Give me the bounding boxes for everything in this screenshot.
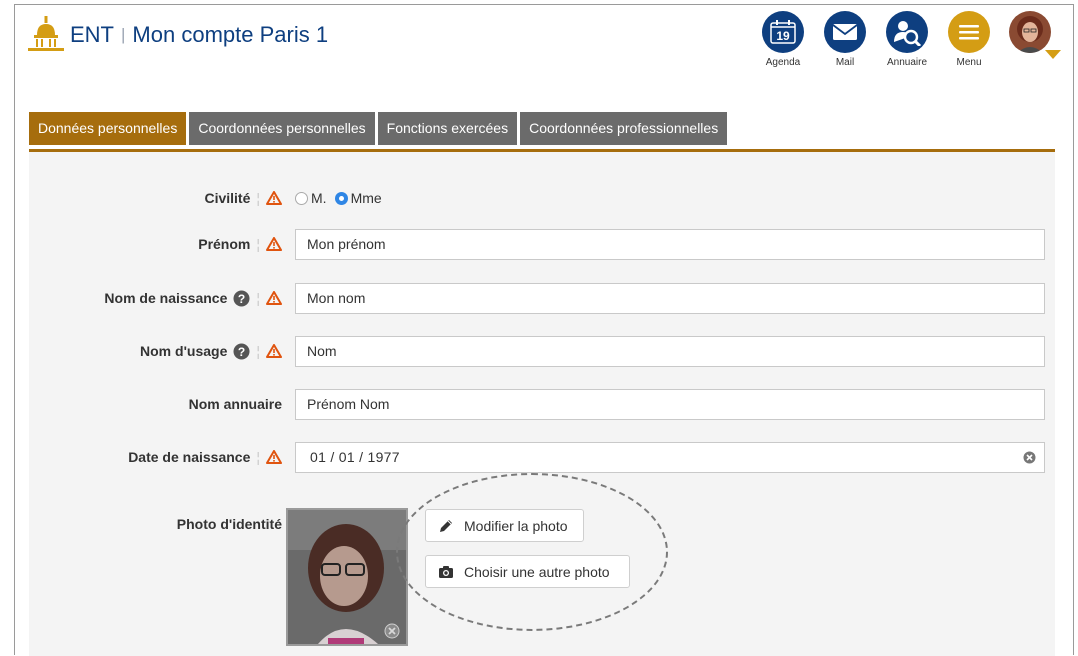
tab-coordonnees-personnelles[interactable]: Coordonnées personnelles xyxy=(189,112,375,145)
civilite-row: Civilité ¦ M. Mme xyxy=(29,181,1055,215)
label-divider: ¦ xyxy=(256,290,260,306)
warning-icon xyxy=(266,237,282,251)
civilite-label: Civilité xyxy=(204,190,251,206)
civilite-radio-m[interactable]: M. xyxy=(295,190,327,206)
nom-usage-label: Nom d'usage xyxy=(140,343,228,359)
nom-naissance-label-group: Nom de naissance ? ¦ xyxy=(104,281,282,315)
radio-label-mme: Mme xyxy=(350,190,382,206)
tab-fonctions-exercees[interactable]: Fonctions exercées xyxy=(377,112,518,145)
annuaire-label: Annuaire xyxy=(886,57,928,68)
menu-icon xyxy=(948,11,990,53)
warning-icon xyxy=(266,291,282,305)
pantheon-logo-icon xyxy=(28,16,64,51)
chevron-down-icon xyxy=(1045,50,1061,59)
label-divider: ¦ xyxy=(256,236,260,252)
date-naissance-row: Date de naissance ¦ 01 / 01 / 1977 xyxy=(29,440,1055,474)
warning-icon xyxy=(266,450,282,464)
remove-photo-icon[interactable] xyxy=(384,623,400,639)
warning-icon xyxy=(266,344,282,358)
warning-icon xyxy=(266,191,282,205)
civilite-radio-group: M. Mme xyxy=(295,181,390,215)
user-avatar-button[interactable] xyxy=(1009,11,1061,59)
nom-naissance-input[interactable]: Mon nom xyxy=(295,283,1045,314)
nom-usage-input[interactable]: Nom xyxy=(295,336,1045,367)
prenom-label: Prénom xyxy=(198,236,251,252)
prenom-input[interactable]: Mon prénom xyxy=(295,229,1045,260)
nom-annuaire-input[interactable]: Prénom Nom xyxy=(295,389,1045,420)
tab-coordonnees-professionnelles[interactable]: Coordonnées professionnelles xyxy=(520,112,728,145)
mail-icon xyxy=(824,11,866,53)
agenda-label: Agenda xyxy=(765,57,801,68)
mail-button[interactable]: Mail xyxy=(821,11,869,68)
date-naissance-label: Date de naissance xyxy=(128,449,251,465)
prenom-label-group: Prénom ¦ xyxy=(198,227,282,261)
personal-data-form: Civilité ¦ M. Mme Prénom ¦ Mon prénom No… xyxy=(29,152,1055,656)
directory-icon xyxy=(886,11,928,53)
help-icon[interactable]: ? xyxy=(233,290,250,307)
tab-bar: Données personnelles Coordonnées personn… xyxy=(29,112,728,145)
nom-naissance-label: Nom de naissance xyxy=(104,290,228,306)
calendar-day-badge: 19 xyxy=(776,29,790,43)
nom-usage-row: Nom d'usage ? ¦ Nom xyxy=(29,334,1055,368)
annuaire-button[interactable]: Annuaire xyxy=(883,11,931,68)
page-title: Mon compte Paris 1 xyxy=(132,22,329,47)
photo-actions-highlight xyxy=(396,473,668,631)
brand-separator: | xyxy=(121,25,126,44)
nom-annuaire-label-group: Nom annuaire xyxy=(189,387,282,421)
civilite-radio-mme[interactable]: Mme xyxy=(334,190,382,206)
brand[interactable]: ENT | Mon compte Paris 1 xyxy=(26,15,328,55)
calendar-icon: 19 xyxy=(762,11,804,53)
date-naissance-label-group: Date de naissance ¦ xyxy=(128,440,282,474)
nom-usage-label-group: Nom d'usage ? ¦ xyxy=(140,334,282,368)
date-naissance-input[interactable]: 01 / 01 / 1977 xyxy=(295,442,1045,473)
photo-label: Photo d'identité xyxy=(176,516,282,532)
radio-checked-icon xyxy=(334,191,348,205)
tab-donnees-personnelles[interactable]: Données personnelles xyxy=(29,112,187,145)
agenda-button[interactable]: 19 Agenda xyxy=(759,11,807,68)
camera-icon xyxy=(439,565,453,578)
menu-label: Menu xyxy=(956,57,982,68)
edit-photo-button[interactable]: Modifier la photo xyxy=(425,509,584,542)
identity-photo xyxy=(286,508,408,646)
clear-icon[interactable] xyxy=(1023,451,1036,464)
nom-annuaire-label: Nom annuaire xyxy=(188,396,282,412)
help-icon[interactable]: ? xyxy=(233,343,250,360)
radio-unchecked-icon xyxy=(295,191,308,205)
app-frame: ENT | Mon compte Paris 1 19 Agenda Mail … xyxy=(14,4,1074,656)
svg-text:?: ? xyxy=(238,345,245,359)
edit-photo-label: Modifier la photo xyxy=(464,517,568,534)
mail-label: Mail xyxy=(835,57,855,68)
brand-name: ENT xyxy=(70,22,114,47)
nom-annuaire-row: Nom annuaire Prénom Nom xyxy=(29,387,1055,421)
choose-photo-label: Choisir une autre photo xyxy=(464,563,610,580)
label-divider: ¦ xyxy=(256,190,260,206)
top-nav: 19 Agenda Mail Annuaire Menu xyxy=(759,11,1061,68)
prenom-row: Prénom ¦ Mon prénom xyxy=(29,227,1055,261)
avatar xyxy=(1009,11,1051,53)
pencil-icon xyxy=(440,519,452,532)
date-naissance-value: 01 / 01 / 1977 xyxy=(310,449,400,465)
nom-naissance-row: Nom de naissance ? ¦ Mon nom xyxy=(29,281,1055,315)
svg-text:?: ? xyxy=(238,292,245,306)
radio-label-m: M. xyxy=(311,190,327,206)
label-divider: ¦ xyxy=(256,343,260,359)
choose-photo-button[interactable]: Choisir une autre photo xyxy=(425,555,630,588)
label-divider: ¦ xyxy=(256,449,260,465)
menu-button[interactable]: Menu xyxy=(945,11,993,68)
civilite-label-group: Civilité ¦ xyxy=(204,181,282,215)
